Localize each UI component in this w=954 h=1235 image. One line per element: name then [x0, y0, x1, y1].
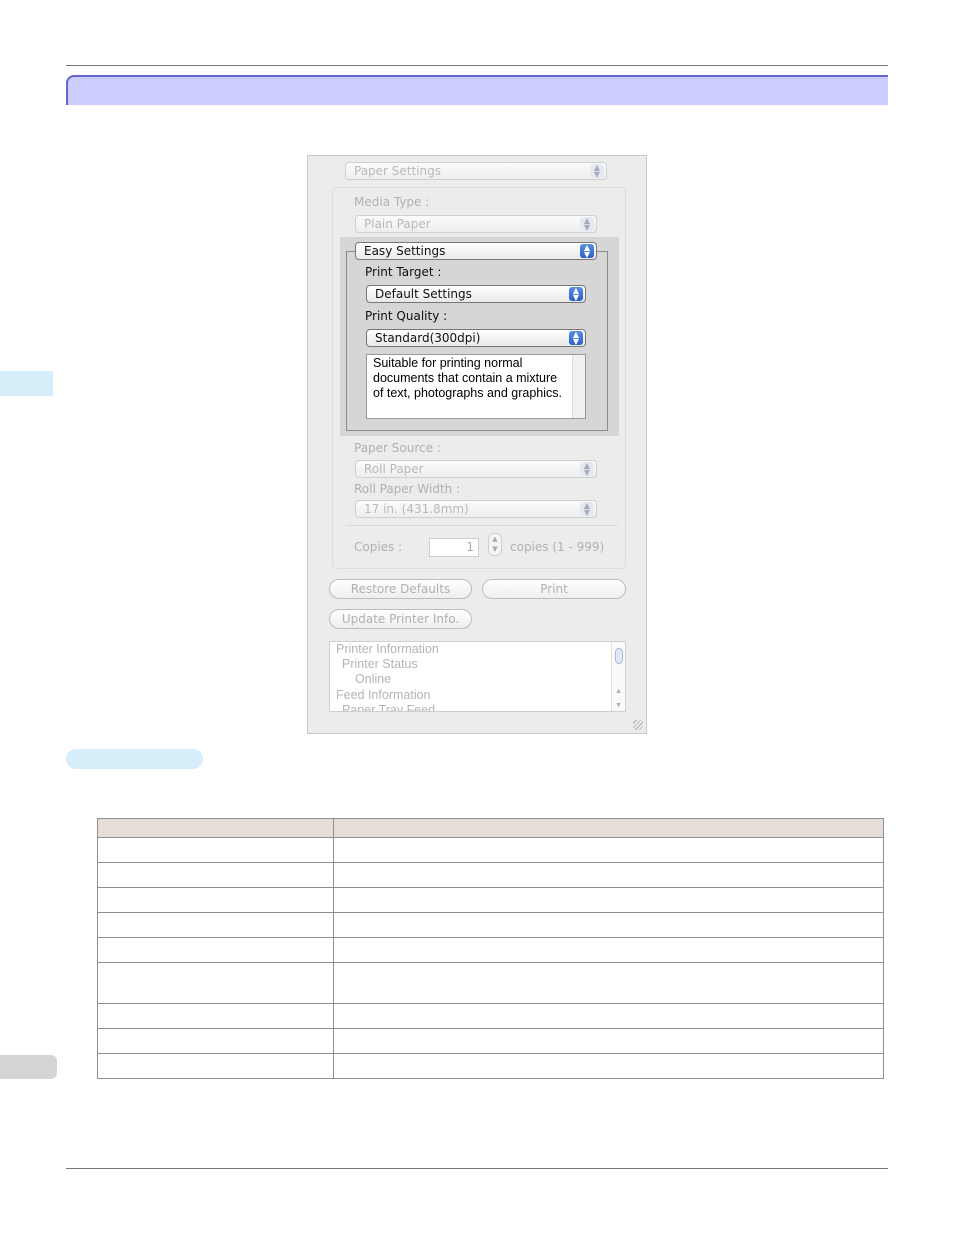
table-cell	[333, 1003, 884, 1029]
easy-settings-value: Easy Settings	[364, 244, 446, 258]
table-header-cell	[333, 818, 884, 838]
media-type-popup[interactable]: Plain Paper ▲ ▼	[355, 215, 597, 233]
table-row	[97, 837, 884, 863]
table-cell	[333, 1053, 884, 1079]
table-cell	[333, 837, 884, 863]
description-scrollbar[interactable]	[572, 355, 585, 418]
table-cell	[97, 887, 334, 913]
print-quality-value: Standard(300dpi)	[375, 331, 481, 345]
update-printer-info-button[interactable]: Update Printer Info.	[329, 609, 472, 629]
copies-label: Copies :	[354, 540, 403, 554]
paper-source-popup[interactable]: Roll Paper ▲ ▼	[355, 460, 597, 478]
easy-settings-popup[interactable]: Easy Settings ▲ ▼	[355, 242, 597, 260]
popup-arrows-icon: ▲ ▼	[580, 462, 594, 477]
restore-defaults-button[interactable]: Restore Defaults	[329, 579, 472, 599]
resize-grip-icon[interactable]	[633, 720, 643, 730]
copies-input[interactable]: 1	[429, 538, 479, 557]
table-row	[97, 862, 884, 888]
table-row	[97, 962, 884, 1004]
popup-arrows-icon: ▲ ▼	[569, 287, 583, 302]
table-header-row	[97, 818, 884, 838]
roll-width-label: Roll Paper Width :	[354, 482, 461, 496]
print-target-popup[interactable]: Default Settings ▲ ▼	[366, 285, 586, 303]
table-cell	[97, 837, 334, 863]
table-row	[97, 1053, 884, 1079]
table-row	[97, 937, 884, 963]
popup-arrows-icon: ▲ ▼	[580, 217, 594, 232]
table-cell	[97, 912, 334, 938]
popup-arrows-icon: ▲ ▼	[569, 331, 583, 346]
print-target-value: Default Settings	[375, 287, 472, 301]
media-type-label: Media Type :	[354, 195, 430, 209]
info-line: Feed Information	[336, 688, 431, 702]
table-cell	[97, 1053, 334, 1079]
info-scroll-thumb[interactable]	[615, 648, 623, 664]
print-button[interactable]: Print	[482, 579, 626, 599]
table-row	[97, 912, 884, 938]
top-rule	[66, 65, 888, 66]
paper-settings-dialog: Paper Settings ▲ ▼ Media Type : Plain Pap…	[307, 155, 647, 734]
panel-selector-label: Paper Settings	[354, 164, 442, 178]
scroll-up-icon[interactable]: ▲	[615, 684, 622, 699]
info-line: Paper Tray Feed	[342, 703, 436, 712]
table-cell	[97, 1003, 334, 1029]
table-header-cell	[97, 818, 334, 838]
table-cell	[333, 962, 884, 1004]
paper-source-value: Roll Paper	[364, 462, 424, 476]
table-cell	[333, 912, 884, 938]
copies-divider	[346, 525, 618, 526]
table-row	[97, 887, 884, 913]
table-cell	[333, 862, 884, 888]
table-cell	[97, 937, 334, 963]
info-line: Printer Status	[342, 657, 418, 671]
info-line: Printer Information	[336, 642, 439, 656]
media-type-value: Plain Paper	[364, 217, 431, 231]
chapter-side-tab	[0, 371, 53, 396]
subsection-pill-label	[66, 749, 203, 769]
roll-width-popup[interactable]: 17 in. (431.8mm) ▲ ▼	[355, 500, 597, 518]
table-cell	[97, 962, 334, 1004]
popup-arrows-icon: ▲ ▼	[580, 244, 594, 259]
panel-selector-popup[interactable]: Paper Settings ▲ ▼	[345, 162, 607, 180]
roll-width-value: 17 in. (431.8mm)	[364, 502, 469, 516]
settings-table	[97, 818, 884, 1079]
table-row	[97, 1028, 884, 1054]
table-cell	[97, 1028, 334, 1054]
bottom-rule	[66, 1168, 888, 1169]
page-number-tab	[0, 1055, 57, 1079]
popup-arrows-icon: ▲ ▼	[590, 164, 604, 179]
printer-info-list[interactable]: Printer Information Printer Status Onlin…	[329, 641, 626, 712]
quality-description-box: Suitable for printing normal documents t…	[366, 354, 586, 419]
popup-arrows-icon: ▲ ▼	[580, 502, 594, 517]
info-line: Online	[355, 672, 392, 686]
copies-range-label: copies (1 - 999)	[510, 540, 605, 554]
print-quality-popup[interactable]: Standard(300dpi) ▲ ▼	[366, 329, 586, 347]
paper-source-label: Paper Source :	[354, 441, 441, 455]
section-header-bar	[66, 75, 888, 105]
table-cell	[97, 862, 334, 888]
print-quality-label: Print Quality :	[365, 309, 448, 323]
quality-description-text: Suitable for printing normal documents t…	[373, 356, 563, 400]
table-cell	[333, 1028, 884, 1054]
table-cell	[333, 937, 884, 963]
table-cell	[333, 887, 884, 913]
scroll-down-icon[interactable]: ▼	[615, 698, 622, 711]
table-row	[97, 1003, 884, 1029]
copies-stepper[interactable]: ▲ ▼	[488, 533, 502, 556]
print-target-label: Print Target :	[365, 265, 442, 279]
